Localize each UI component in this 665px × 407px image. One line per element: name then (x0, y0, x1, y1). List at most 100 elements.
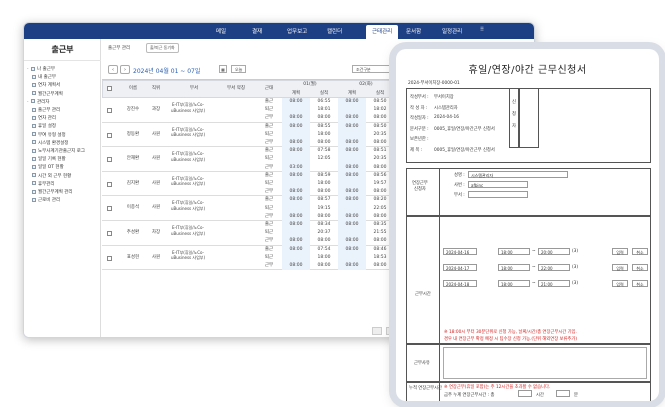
folder-icon (32, 189, 36, 194)
time-cell: 08:35 (373, 222, 387, 227)
total-hours-input[interactable] (518, 390, 532, 397)
date-input[interactable]: 2024-04-18 (443, 280, 477, 287)
time-cell: 08:00 (338, 196, 366, 205)
sidebar-item-label: 휴일 설정 (38, 124, 56, 130)
employee-name: 표성현 (126, 254, 140, 260)
nav-tab-2[interactable]: 업무보고 (287, 27, 307, 35)
row-checkbox[interactable] (107, 181, 112, 187)
nav-tab-3[interactable]: 캘린더 (327, 27, 342, 35)
sidebar-item[interactable]: 내 출근부 (32, 74, 56, 80)
attendance-type: 근무 (264, 115, 274, 121)
reason-textarea[interactable] (443, 347, 647, 379)
attendance-type: 출근 (264, 197, 274, 203)
date-input[interactable]: 2024-04-17 (443, 264, 477, 271)
time-cell: 18:00 (317, 181, 331, 186)
cancel-button[interactable]: 취소 (632, 280, 648, 287)
time-cell: 08:00 (373, 213, 387, 219)
start-time-select[interactable]: 18:00 (498, 248, 530, 255)
sidebar-item-label: 휴무관리 (38, 181, 55, 187)
sidebar-item[interactable]: 노무사계기관출근지 로그 (32, 148, 85, 154)
row-checkbox[interactable] (107, 108, 112, 113)
nav-tab-4[interactable]: 근태관리 (366, 25, 399, 39)
nav-tab-6[interactable]: 일정관리 (442, 27, 462, 35)
minutes-unit: 분 (574, 393, 578, 398)
cancel-button[interactable]: 취소 (632, 264, 648, 271)
next-week-button[interactable]: › (120, 65, 130, 74)
sidebar-item[interactable]: 시간 외 근무 현황 (32, 173, 71, 179)
total-label: 누적 연장근무시간 (409, 386, 442, 391)
cancel-button[interactable]: 취소 (632, 248, 648, 255)
time-cell: 08:00 (338, 98, 366, 107)
row-checkbox[interactable] (107, 231, 112, 236)
employee-title: 사원 (151, 205, 161, 211)
start-time-select[interactable]: 18:00 (498, 264, 530, 271)
sidebar-item[interactable]: 출근부 관리 (32, 107, 60, 113)
sidebar-item[interactable]: 부여 유형 설정 (32, 132, 66, 138)
tilde: ~ (532, 265, 536, 270)
page-button[interactable] (385, 327, 396, 335)
meta-value: 부서이치장 (434, 95, 454, 100)
today-button[interactable]: 오늘 (231, 65, 247, 73)
sidebar-item[interactable]: 휴무관리 (32, 181, 55, 187)
end-time-select[interactable]: 20:00 (538, 248, 570, 255)
start-time-select[interactable]: 18:00 (498, 280, 530, 287)
nav-tab-5[interactable]: 문서함 (406, 27, 421, 35)
sidebar-item[interactable]: 연차 관리 (32, 115, 56, 121)
sidebar-item[interactable]: 월간근무계획 (32, 91, 63, 97)
prev-week-button[interactable]: ‹ (108, 65, 118, 74)
sync-button[interactable]: 출/퇴근 동기화 (146, 43, 179, 53)
sidebar-item[interactable]: 시스템 환경설정 (32, 140, 68, 146)
sidebar-item[interactable]: -나 출근부 (27, 66, 55, 72)
meta-value: 0005_휴일/연장/야간근무 신청서 (434, 147, 495, 153)
sidebar-item[interactable]: - 관리자 (27, 99, 49, 105)
field-input[interactable]: 시스템관리자 (468, 171, 568, 178)
sidebar-item[interactable]: 연차 계획서 (32, 82, 60, 88)
end-time-select[interactable]: 22:00 (538, 264, 570, 271)
total-warning: ※ 연장근무(휴일 포함)는 주 12시간을 초과할 수 없습니다. (444, 385, 551, 390)
time-cell (338, 204, 366, 213)
sidebar-item[interactable]: 월간근무계획 관리 (32, 189, 73, 195)
sidebar-item[interactable]: 일일 OT 현황 (32, 164, 64, 170)
row-checkbox[interactable] (107, 255, 112, 261)
attendance-type: 출근 (264, 222, 274, 227)
total-minutes-input[interactable] (556, 390, 570, 397)
department: E-IT부(휴일/노Co-uBusiness 사업부) (170, 175, 206, 187)
nav-tab-1[interactable]: 결재 (252, 27, 262, 35)
field-input[interactable] (468, 191, 528, 198)
sidebar-item-label: 나 출근부 (37, 67, 55, 72)
time-cell: 08:00 (317, 115, 331, 121)
time-cell: 08:00 (373, 189, 387, 195)
end-time-select[interactable]: 21:00 (538, 280, 570, 287)
time-cell: 12:05 (317, 156, 331, 162)
apps-grid-icon[interactable]: ⠿ (480, 27, 484, 33)
nav-tab-0[interactable]: 메일 (216, 27, 226, 35)
time-cell: 18:01 (317, 107, 331, 113)
tilde: ~ (532, 249, 536, 254)
select-all-checkbox[interactable] (107, 86, 112, 91)
row-checkbox[interactable] (107, 132, 112, 138)
field-input[interactable]: afbinc (468, 181, 528, 188)
input-button[interactable]: 입력 (612, 264, 628, 271)
row-checkbox[interactable] (107, 157, 112, 163)
time-cell (338, 106, 366, 115)
input-button[interactable]: 입력 (612, 248, 628, 255)
sidebar-item[interactable]: 일일 기록 현황 (32, 156, 66, 162)
attendance-type: 근무 (264, 189, 274, 195)
employee-title: 과장 (151, 107, 161, 112)
row-checkbox[interactable] (107, 206, 112, 212)
time-label: 근무시간 (415, 292, 431, 297)
calendar-icon[interactable]: ▦ (219, 65, 227, 73)
page-button[interactable] (372, 327, 382, 335)
sidebar-item[interactable]: 근로비 관리 (32, 197, 60, 203)
sidebar-item[interactable]: 휴일 설정 (32, 123, 56, 129)
employee-name: 안재환 (126, 156, 140, 162)
date-input[interactable]: 2024-04-16 (443, 248, 477, 255)
department: E-IT부(휴일/노Co-uBusiness 사업부) (170, 151, 206, 162)
attendance-type: 근무 (264, 263, 274, 268)
hours-value: (3) (572, 265, 579, 270)
time-cell: 08:00 (282, 122, 310, 131)
input-button[interactable]: 입력 (612, 280, 628, 287)
field-label: 성명 : (454, 173, 465, 178)
time-cell (282, 204, 310, 213)
employee-title: 사원 (151, 254, 161, 260)
